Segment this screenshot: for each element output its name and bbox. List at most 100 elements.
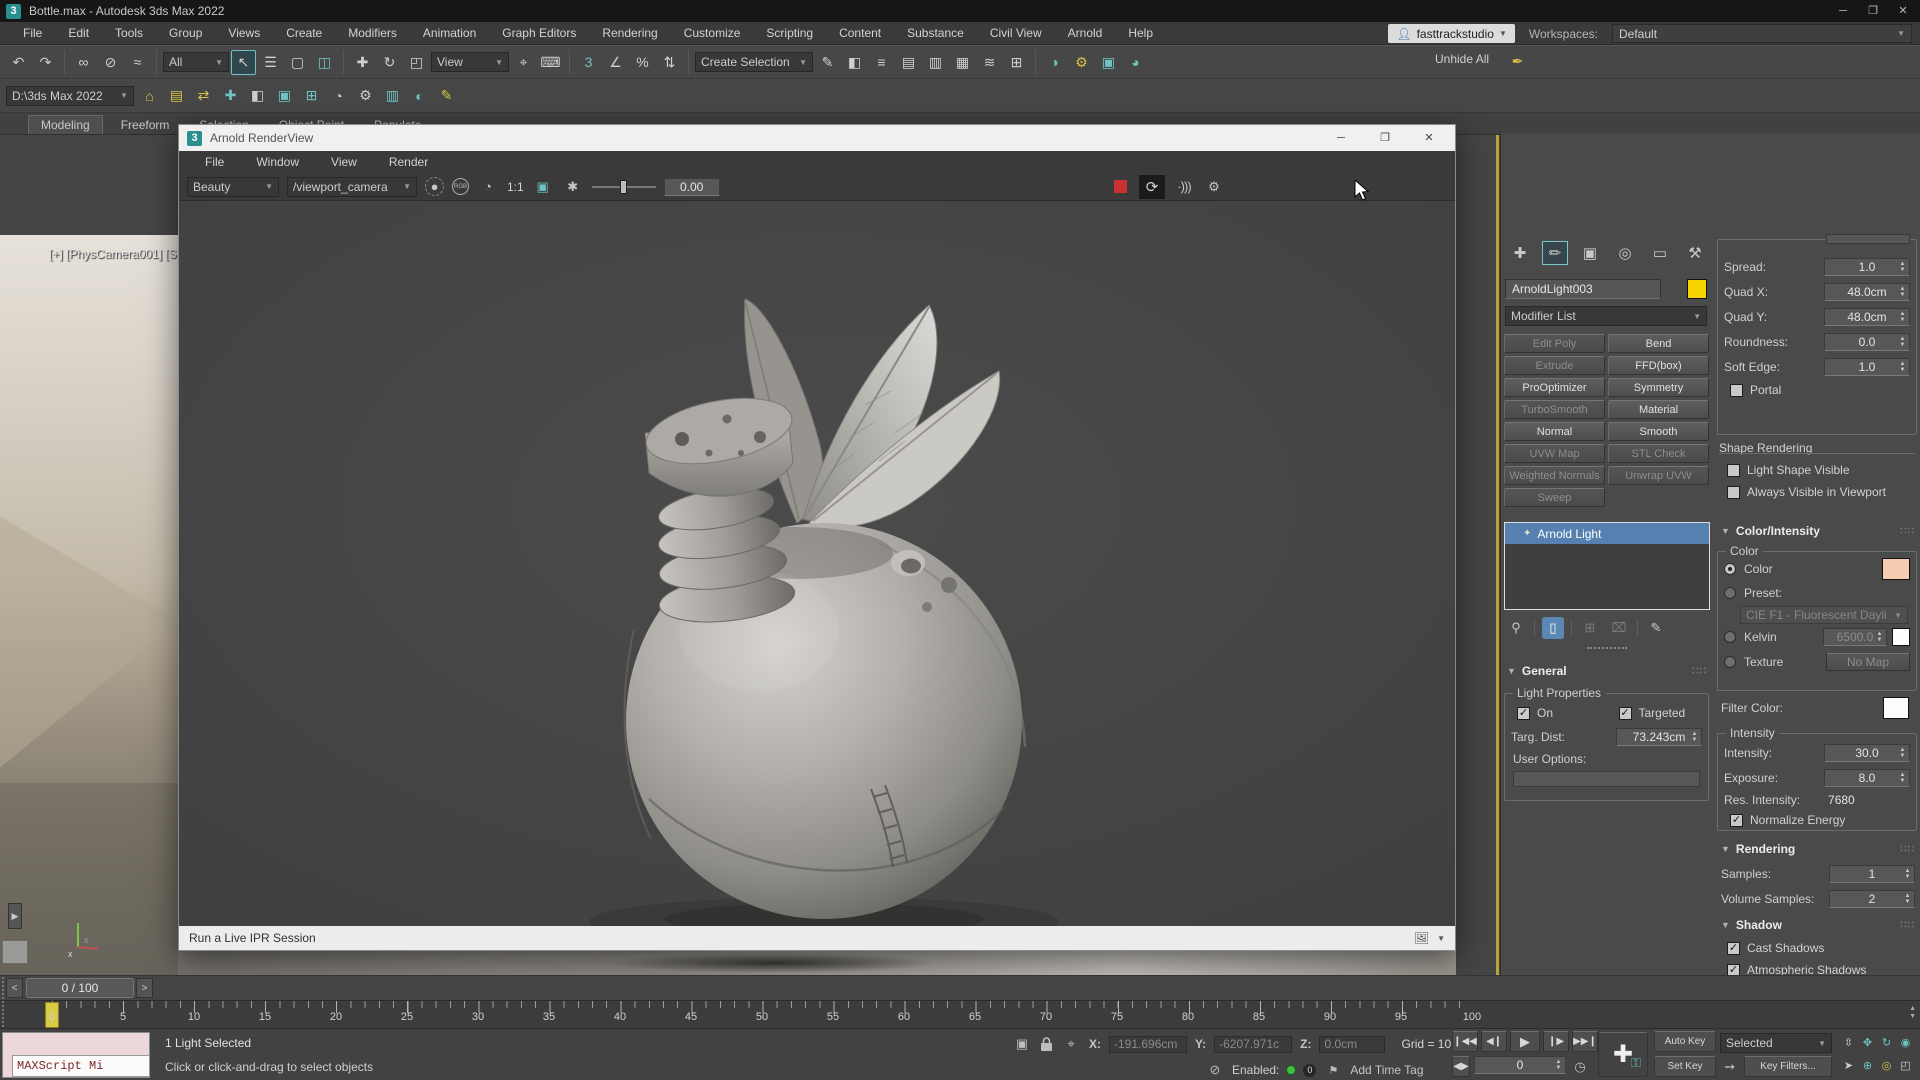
shadow-rollout-header[interactable]: ▼ Shadow ∷∷: [1715, 915, 1920, 935]
selection-set-dropdown[interactable]: Selected▼: [1720, 1033, 1832, 1053]
modifier-button[interactable]: Symmetry: [1608, 378, 1709, 397]
selection-lock-icon[interactable]: [1040, 1037, 1053, 1052]
filter-color-swatch[interactable]: [1883, 697, 1909, 719]
menu-item[interactable]: Substance: [894, 23, 977, 43]
array-tool-icon[interactable]: ⊞: [299, 83, 324, 108]
go-to-start-button[interactable]: ❙◀◀: [1452, 1031, 1478, 1052]
ribbon-tab[interactable]: Freeform: [109, 116, 182, 134]
spinner[interactable]: ▲▼: [1897, 259, 1908, 275]
viewport-corner-widget[interactable]: [2, 940, 28, 964]
menu-item[interactable]: Graph Editors: [489, 23, 589, 43]
kelvin-field[interactable]: 6500.0▲▼: [1823, 628, 1887, 646]
ribbon-toggle-icon[interactable]: ▦: [950, 50, 975, 75]
ipr-broadcast-icon[interactable]: ·))): [1173, 176, 1195, 198]
pin-stack-icon[interactable]: ⚲: [1505, 617, 1527, 639]
spinner[interactable]: ▲▼: [1902, 891, 1913, 907]
configure-modifier-sets-icon[interactable]: ✎: [1645, 617, 1667, 639]
snapshot-icon[interactable]: ▣: [272, 83, 297, 108]
current-frame-display[interactable]: 0 / 100: [26, 978, 134, 998]
pixel-inspect-icon[interactable]: ◔: [477, 176, 499, 198]
exposure-icon[interactable]: ✱: [562, 176, 584, 198]
workspace-dropdown[interactable]: Default ▼: [1612, 24, 1912, 43]
render-production-icon[interactable]: ◕: [1123, 50, 1148, 75]
spinner[interactable]: ▲▼: [1897, 334, 1908, 350]
absolute-offset-mode-icon[interactable]: ⌖: [1061, 1034, 1081, 1054]
object-color-swatch[interactable]: [1687, 279, 1707, 299]
modifier-button[interactable]: Edit Poly: [1504, 334, 1605, 353]
rendering-rollout-header[interactable]: ▼ Rendering ∷∷: [1715, 839, 1920, 859]
user-options-field[interactable]: [1513, 771, 1700, 787]
checkbox-row[interactable]: Always Visible in Viewport: [1715, 481, 1920, 503]
create-tab-icon[interactable]: ✚: [1507, 241, 1533, 265]
spinner[interactable]: ▲▼: [1902, 866, 1913, 882]
add-asset-icon[interactable]: ✚: [218, 83, 243, 108]
zoom-extents-icon[interactable]: ◉: [1897, 1032, 1914, 1053]
selection-filter-dropdown[interactable]: All▼: [163, 52, 229, 72]
exposure-slider[interactable]: [592, 186, 656, 188]
bind-to-space-warp-icon[interactable]: ≈: [125, 50, 150, 75]
close-button[interactable]: ✕: [1888, 0, 1918, 21]
panel-resize-grip[interactable]: [1587, 647, 1627, 649]
modifier-button[interactable]: Unwrap UVW: [1608, 466, 1709, 485]
import-export-icon[interactable]: ⇄: [191, 83, 216, 108]
curve-editor-icon[interactable]: ≋: [977, 50, 1002, 75]
value-field[interactable]: 48.0cm▲▼: [1824, 283, 1910, 301]
modifier-button[interactable]: Extrude: [1504, 356, 1605, 375]
asset-library-icon[interactable]: ▤: [164, 83, 189, 108]
select-and-link-icon[interactable]: ∞: [71, 50, 96, 75]
value-field[interactable]: 0.0▲▼: [1824, 333, 1910, 351]
isolate-selection-icon[interactable]: ▣: [1012, 1034, 1032, 1054]
color-intensity-rollout-header[interactable]: ▼ Color/Intensity ∷∷: [1715, 521, 1920, 541]
named-selection-set-combo[interactable]: Create Selection Se▼: [695, 52, 813, 72]
project-folder-icon[interactable]: ⌂: [137, 83, 162, 108]
snapshot-image-icon[interactable]: 🖼︎: [1414, 931, 1429, 945]
modifier-stack[interactable]: ✦ Arnold Light: [1504, 522, 1710, 610]
settings-tool-icon[interactable]: ⚙: [353, 83, 378, 108]
renderview-titlebar[interactable]: 3 Arnold RenderView ─ ❐ ✕: [179, 125, 1455, 151]
previous-frame-button[interactable]: <: [6, 978, 23, 998]
ipr-loop-icon[interactable]: ⟳: [1139, 175, 1165, 199]
previous-key-button[interactable]: ◀❙: [1481, 1031, 1507, 1052]
angle-snap-icon[interactable]: ∠: [603, 50, 628, 75]
camera-dropdown[interactable]: /viewport_camera▼: [287, 177, 417, 197]
value-field[interactable]: 48.0cm▲▼: [1824, 308, 1910, 326]
object-name-field[interactable]: ArnoldLight003: [1505, 279, 1661, 299]
renderview-settings-gear-icon[interactable]: ⚙: [1203, 176, 1225, 198]
z-coordinate-field[interactable]: 0.0cm: [1319, 1036, 1385, 1053]
modifier-list-dropdown[interactable]: Modifier List▼: [1505, 306, 1707, 326]
maximize-viewport-icon[interactable]: ◰: [1897, 1055, 1914, 1076]
snap-scale-icon[interactable]: ⇳: [1840, 1032, 1857, 1053]
menu-item[interactable]: Render: [373, 153, 444, 171]
spinner[interactable]: ▲▼: [1689, 729, 1700, 745]
select-and-manipulate-icon[interactable]: ⌖: [511, 50, 536, 75]
menu-item[interactable]: Civil View: [977, 23, 1055, 43]
selection-region-icon[interactable]: ▢: [285, 50, 310, 75]
texture-radio[interactable]: [1724, 656, 1736, 668]
frame-step-icon[interactable]: ◀▶: [1452, 1056, 1470, 1077]
light-color-swatch[interactable]: [1882, 558, 1910, 580]
render-setup-icon[interactable]: ⚙: [1069, 50, 1094, 75]
kelvin-color-swatch[interactable]: [1892, 628, 1910, 646]
undo-icon[interactable]: ↶: [6, 50, 31, 75]
project-path-dropdown[interactable]: D:\3ds Max 2022▼: [6, 86, 134, 106]
shade-tool-icon[interactable]: ◐: [407, 83, 432, 108]
value-field[interactable]: 1.0▲▼: [1824, 358, 1910, 376]
value-field[interactable]: 30.0▲▼: [1824, 744, 1910, 762]
timeline-drag-handle[interactable]: [2, 977, 8, 1027]
ribbon-tab[interactable]: Modeling: [28, 115, 103, 134]
viewport-flyout-button[interactable]: ▶: [8, 903, 22, 929]
menu-item[interactable]: Edit: [55, 23, 102, 43]
render-canvas[interactable]: [179, 201, 1455, 926]
viewport-label[interactable]: [+] [PhysCamera001] [S: [49, 247, 177, 261]
menu-item[interactable]: Content: [826, 23, 894, 43]
stack-item-arnold-light[interactable]: ✦ Arnold Light: [1505, 523, 1709, 544]
rendered-frame-icon[interactable]: ▣: [1096, 50, 1121, 75]
checkbox[interactable]: [1517, 707, 1530, 720]
field-of-view-icon[interactable]: ➤: [1840, 1055, 1857, 1076]
spacing-tool-icon[interactable]: ◔: [326, 83, 351, 108]
align-icon[interactable]: ≡: [869, 50, 894, 75]
spinner-snap-icon[interactable]: ⇅: [657, 50, 682, 75]
maximize-button[interactable]: ❐: [1858, 0, 1888, 21]
modifier-button[interactable]: TurboSmooth: [1504, 400, 1605, 419]
select-and-scale-icon[interactable]: ◰: [404, 50, 429, 75]
